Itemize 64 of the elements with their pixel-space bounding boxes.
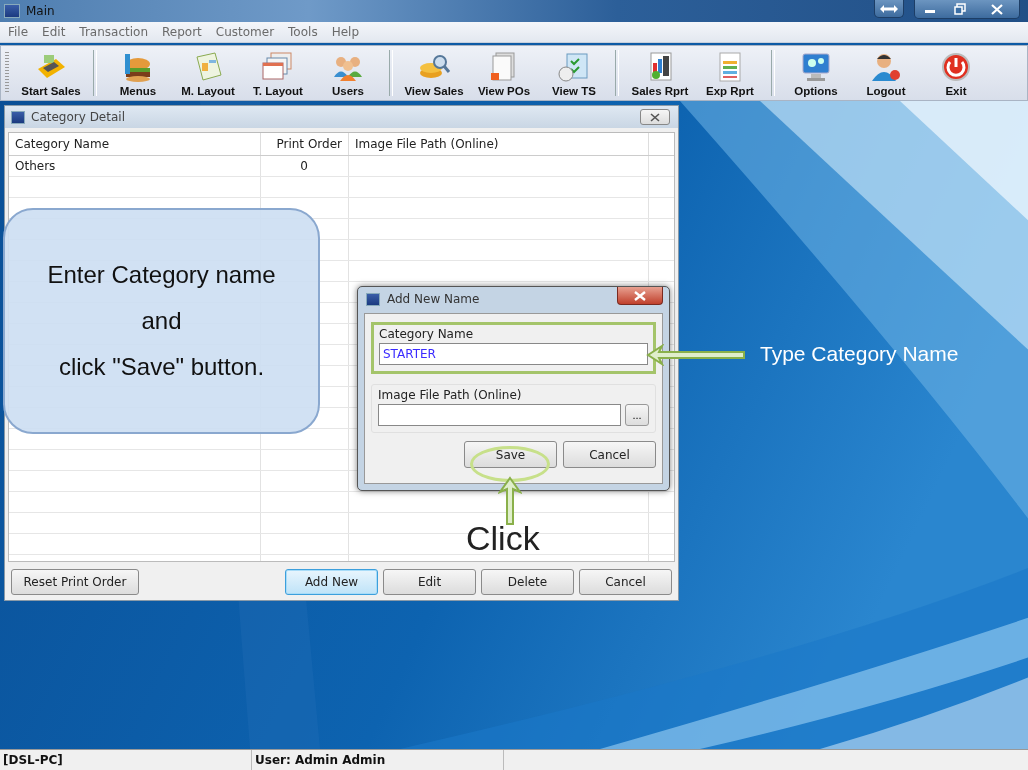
menu-item[interactable]: Report [162, 25, 202, 39]
window-button[interactable]: Edit [383, 569, 476, 595]
close-icon [634, 290, 646, 301]
toolbar-button[interactable]: Start Sales [15, 46, 87, 100]
close-icon [650, 112, 660, 122]
monitor-icon [799, 51, 833, 83]
toolbar-button[interactable]: View TS [539, 46, 609, 100]
hint-text: Click [466, 519, 540, 558]
restore-icon [954, 3, 966, 15]
double-arrow-icon [879, 3, 899, 14]
status-text: [DSL-PC] [0, 750, 252, 770]
toolbar-button[interactable]: Exit [921, 46, 991, 100]
menu-item[interactable]: Transaction [79, 25, 148, 39]
menu-item[interactable]: Tools [288, 25, 318, 39]
app-icon [366, 292, 380, 306]
hint-text: Type Category Name [760, 342, 959, 366]
toolbar-button[interactable]: Users [313, 46, 383, 100]
close-button[interactable] [975, 0, 1019, 18]
input-field[interactable]: STARTER [379, 343, 648, 365]
column-header[interactable]: Category Name [9, 133, 261, 155]
person-icon [869, 51, 903, 83]
toolbar-button[interactable]: M. Layout [173, 46, 243, 100]
close-button[interactable] [640, 109, 670, 125]
dialog-button[interactable]: Cancel [563, 441, 656, 468]
window-button[interactable]: Add New [285, 569, 378, 595]
dialog-title: Add New Name [387, 292, 480, 306]
table-cell: 0 [261, 156, 349, 176]
menu-item[interactable]: Help [331, 25, 359, 39]
toolbar-button[interactable]: Sales Rprt [625, 46, 695, 100]
app-icon [4, 4, 20, 18]
window-button[interactable]: Delete [481, 569, 574, 595]
resize-button[interactable] [874, 0, 904, 18]
close-icon [991, 3, 1003, 15]
toolbar-button[interactable]: View Sales [399, 46, 469, 100]
column-header[interactable]: Image File Path (Online) [349, 133, 649, 155]
menu-item[interactable]: File [8, 25, 29, 39]
window-button[interactable]: Reset Print Order [11, 569, 139, 595]
browse-button[interactable]: ... [625, 404, 649, 426]
window-title: Category Detail [31, 110, 125, 124]
menu-item[interactable]: Customer [215, 25, 275, 39]
toolbar-button[interactable]: Logout [851, 46, 921, 100]
field-label: Category Name [379, 327, 475, 341]
column-header[interactable]: Print Order [261, 133, 349, 155]
windows-icon [261, 51, 295, 83]
table-cell: Others [9, 156, 261, 176]
menu-item[interactable]: Edit [42, 25, 66, 39]
power-icon [939, 51, 973, 83]
toolbar-button[interactable]: T. Layout [243, 46, 313, 100]
close-button[interactable] [617, 287, 663, 305]
toolbar-button[interactable]: View POs [469, 46, 539, 100]
window-button[interactable]: Cancel [579, 569, 672, 595]
arrow [498, 476, 522, 526]
window-title: Main [26, 4, 55, 18]
input-field[interactable] [378, 404, 621, 426]
toolbar-button[interactable]: Menus [103, 46, 173, 100]
instruction-text: Enter Category name and click "Save" button. [47, 260, 276, 382]
status-text: User: Admin Admin [252, 750, 504, 770]
toolbar-button[interactable]: Options [781, 46, 851, 100]
dialog-button[interactable]: Save [464, 441, 557, 468]
toolbar-button[interactable]: Exp Rprt [695, 46, 765, 100]
app-icon [11, 110, 25, 124]
clipboard-icon [557, 51, 591, 83]
minimize-button[interactable] [915, 0, 945, 18]
field-label: Image File Path (Online) [378, 388, 523, 402]
